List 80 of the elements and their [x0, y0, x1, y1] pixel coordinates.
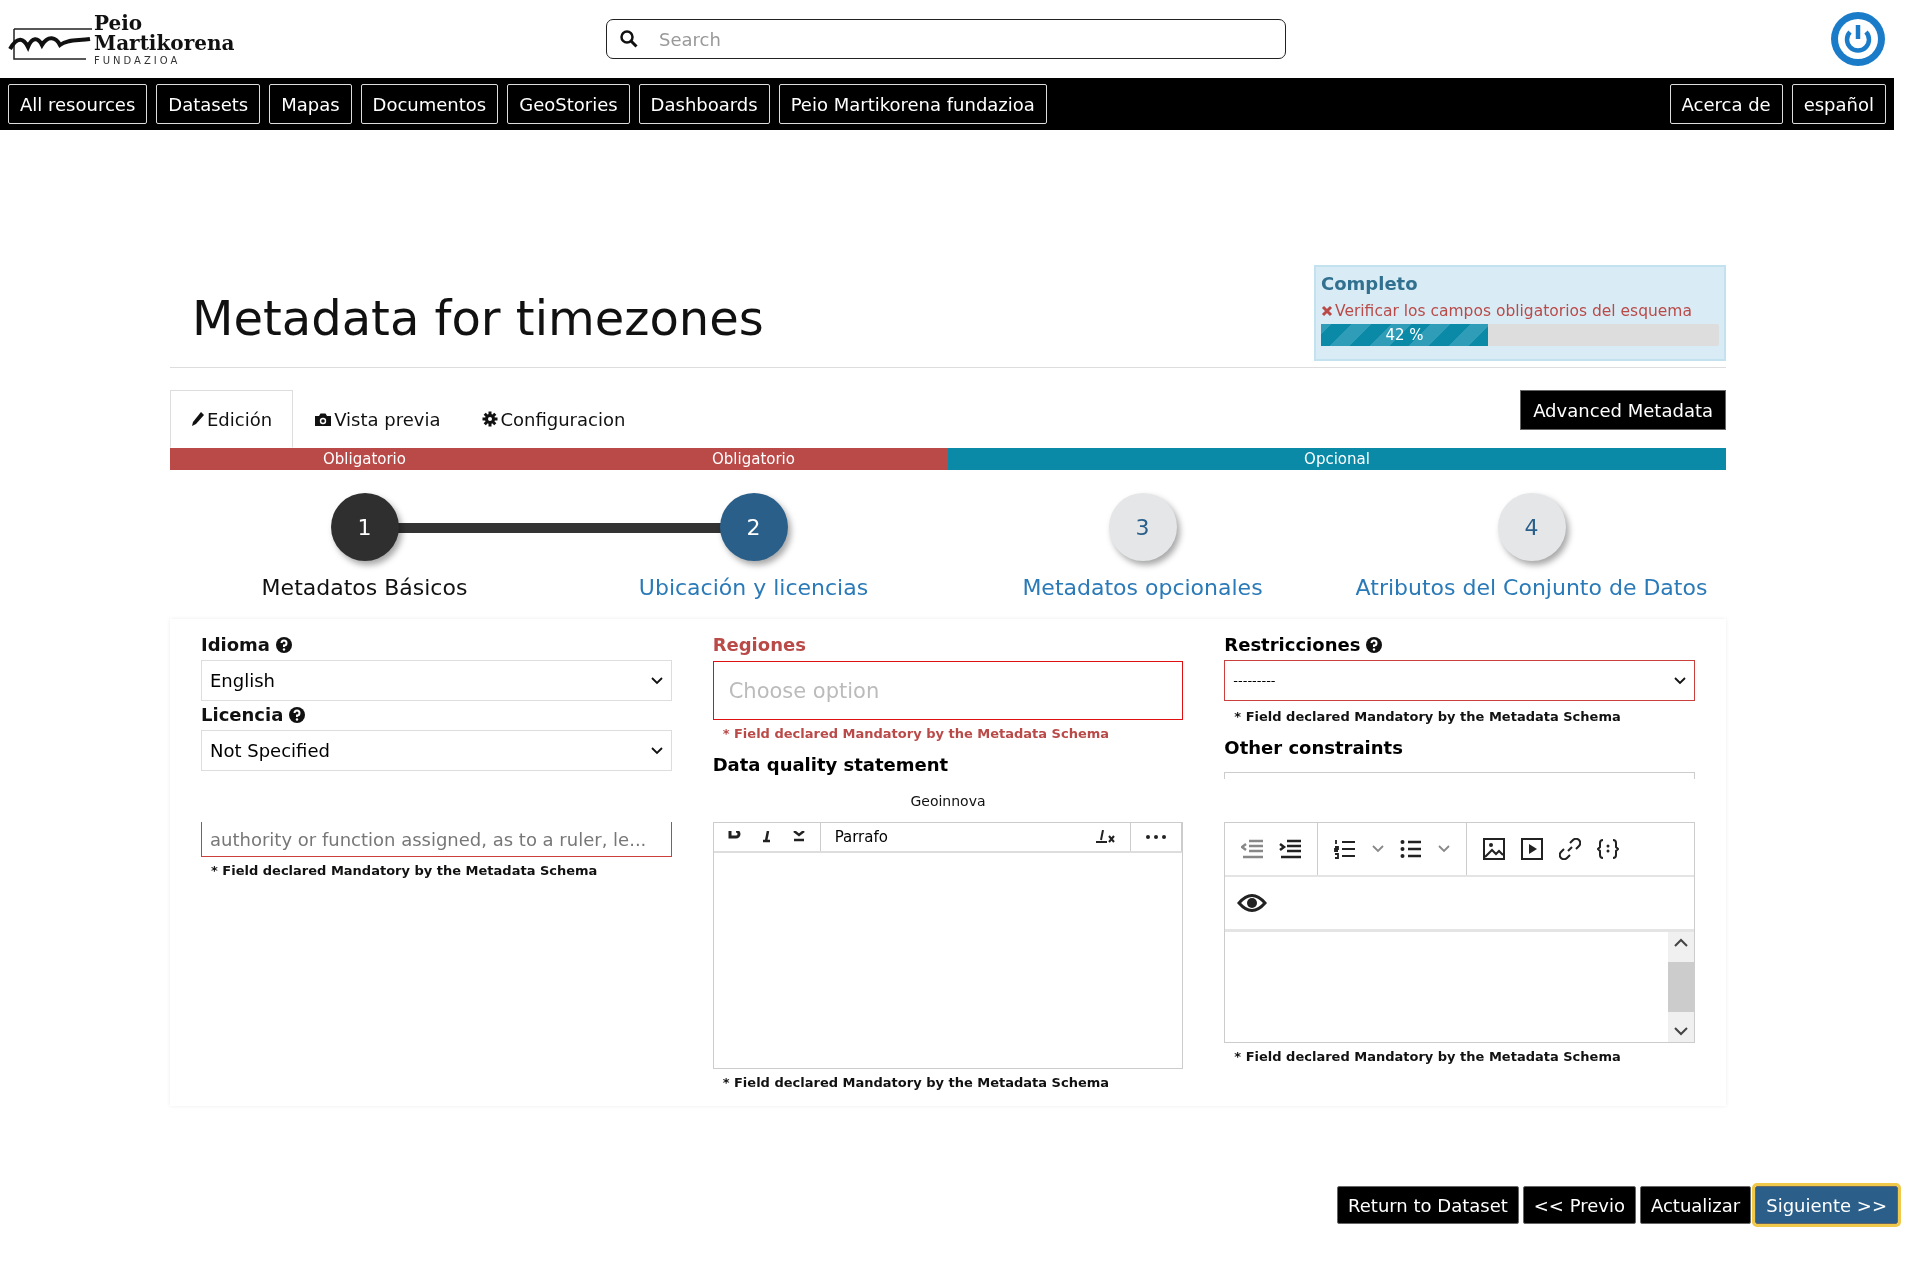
- chevron-up-icon[interactable]: [1674, 938, 1688, 947]
- text-editor[interactable]: Parrafo: [712, 822, 1184, 1069]
- completeness-heading: Completo: [1321, 273, 1419, 294]
- link-icon[interactable]: [1559, 838, 1582, 860]
- page-title: Metadata for timezones: [192, 289, 764, 346]
- nav-link[interactable]: Peio Martikorena fundazioa: [778, 84, 1047, 124]
- section-bar: Obligatorio: [170, 448, 559, 470]
- chevron-icon: [650, 676, 663, 685]
- outdent-icon[interactable]: [1241, 839, 1264, 859]
- step-circle[interactable]: 3: [1108, 493, 1177, 561]
- indent-icon[interactable]: [1279, 839, 1302, 859]
- section-bar: Opcional: [948, 448, 1726, 470]
- field-label: Idioma: [201, 633, 271, 657]
- step-circle[interactable]: 2: [719, 493, 788, 561]
- help-icon: [289, 707, 306, 723]
- field-label: Regiones: [712, 633, 806, 657]
- image-icon[interactable]: [1483, 838, 1506, 860]
- nav-link[interactable]: Documentos: [360, 84, 499, 124]
- step-label[interactable]: Ubicación y licencias: [638, 575, 869, 600]
- footer-button[interactable]: Return to Dataset: [1337, 1186, 1519, 1224]
- eye-icon[interactable]: [1237, 892, 1268, 914]
- section-bar: Obligatorio: [559, 448, 948, 470]
- video-icon[interactable]: [1521, 838, 1544, 860]
- warning-text: Verificar los campos obligatorios del esquema: [1335, 302, 1692, 320]
- help-icon: [1366, 637, 1383, 653]
- nav-link[interactable]: Datasets: [156, 84, 261, 124]
- chevron-icon: [1674, 676, 1686, 685]
- logo-name: Martikorena: [94, 32, 235, 53]
- mandatory-note: * Field declared Mandatory by the Metadata Schema: [721, 726, 1111, 741]
- step-label[interactable]: Metadatos Básicos: [261, 575, 468, 600]
- power-icon[interactable]: [1830, 11, 1886, 67]
- step-circle[interactable]: 4: [1497, 493, 1566, 561]
- text-field[interactable]: authority or function assigned, as to a ruler, le...: [201, 822, 672, 857]
- nav-link[interactable]: Acerca de: [1669, 84, 1783, 124]
- field-label: Other constraints: [1224, 736, 1404, 760]
- help-icon: [276, 637, 293, 653]
- bullet-list-icon[interactable]: [1400, 839, 1423, 859]
- paragraph-select[interactable]: Parrafo: [834, 828, 888, 846]
- underline-icon[interactable]: [791, 831, 806, 843]
- nav-link[interactable]: español: [1791, 84, 1886, 124]
- nav-link[interactable]: Dashboards: [638, 84, 770, 124]
- language-select[interactable]: English: [201, 660, 672, 701]
- search-icon: [620, 30, 638, 48]
- scrollbar[interactable]: [1668, 932, 1694, 1042]
- chevron-icon[interactable]: [1674, 1027, 1688, 1036]
- mandatory-note: * Field declared Mandatory by the Metadata Schema: [1233, 709, 1622, 724]
- field-label: Data quality statement: [712, 753, 950, 777]
- logo-name: Peio: [94, 12, 143, 33]
- mandatory-note: * Field declared Mandatory by the Metadata Schema: [210, 863, 599, 878]
- chevron-icon: [650, 746, 663, 755]
- field-label: Licencia: [201, 703, 284, 727]
- restrictions-select[interactable]: ---------: [1224, 660, 1695, 701]
- step-circle[interactable]: 1: [330, 493, 399, 561]
- italic-icon[interactable]: [761, 831, 772, 843]
- camera-icon: [314, 411, 333, 427]
- footer-button[interactable]: << Previo: [1522, 1186, 1636, 1224]
- pencil-icon: [191, 411, 205, 427]
- code-icon[interactable]: [1597, 839, 1620, 859]
- nav-link[interactable]: All resources: [8, 84, 148, 124]
- footer-button[interactable]: Actualizar: [1639, 1186, 1752, 1224]
- caption-text: Geoinnova: [910, 792, 986, 809]
- field-label: Restricciones: [1224, 633, 1361, 657]
- search-field[interactable]: Search: [606, 19, 1286, 59]
- license-select[interactable]: Not Specified: [201, 730, 672, 771]
- mandatory-note: * Field declared Mandatory by the Metadata Schema: [1233, 1049, 1622, 1064]
- close-icon: [1321, 305, 1333, 317]
- nav-link[interactable]: GeoStories: [507, 84, 630, 124]
- numbered-list-icon[interactable]: [1334, 839, 1357, 859]
- nav-link[interactable]: Mapas: [269, 84, 352, 124]
- gear-icon: [482, 411, 499, 427]
- mandatory-note: * Field declared Mandatory by the Metadata Schema: [721, 1075, 1111, 1090]
- logo-subtitle: FUNDAZIOA: [94, 55, 182, 66]
- advanced-metadata-button[interactable]: Advanced Metadata: [1520, 390, 1726, 430]
- progress-fill: 42 %: [1321, 324, 1489, 346]
- step-label[interactable]: Atributos del Conjunto de Datos: [1355, 575, 1708, 600]
- more-icon[interactable]: [1145, 834, 1168, 840]
- footer-button[interactable]: Siguiente >>: [1755, 1186, 1898, 1224]
- step-label[interactable]: Metadatos opcionales: [1022, 575, 1263, 600]
- tab[interactable]: Edición: [170, 390, 294, 448]
- clear-format-icon[interactable]: [1094, 830, 1117, 844]
